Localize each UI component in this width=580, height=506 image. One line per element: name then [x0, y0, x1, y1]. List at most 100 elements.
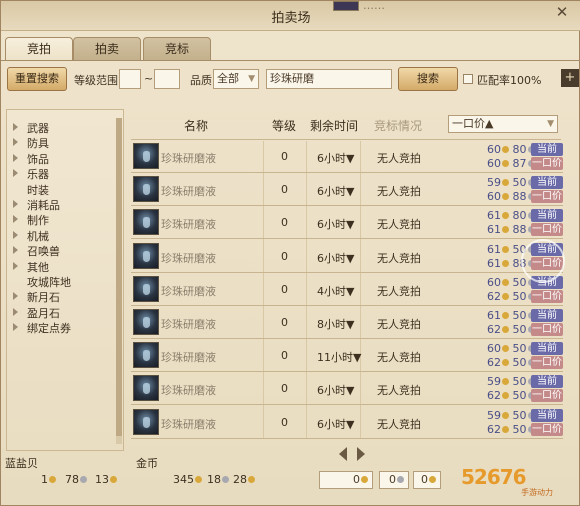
table-row[interactable]: 珍珠研磨液 0 6小时▼ 无人竞拍 59 50 62 50 当前 一口价 — [131, 373, 563, 405]
tab-tender[interactable]: 竞标 — [143, 37, 211, 60]
sidebar-category[interactable]: 召唤兽 — [27, 243, 60, 258]
buy-silver: 50 — [512, 423, 527, 436]
bid-silver: 50 — [512, 309, 527, 322]
quality-select[interactable]: 全部 ▼ — [213, 69, 259, 89]
expand-arrow-icon[interactable] — [13, 123, 18, 131]
row-divider — [131, 438, 563, 439]
next-page-icon[interactable] — [357, 447, 365, 461]
item-icon[interactable] — [133, 342, 159, 368]
price-copper-input[interactable]: 0 — [413, 471, 441, 489]
sidebar-category[interactable]: 武器 — [27, 120, 49, 135]
expand-icon[interactable]: + — [561, 69, 579, 87]
auction-table: 名称 等级 剩余时间 竞标情况 一口价▲ ▼ 珍珠研磨液 0 6小时▼ 无人竞拍 60 … — [126, 109, 564, 439]
item-icon[interactable] — [133, 375, 159, 401]
expand-arrow-icon[interactable] — [13, 246, 18, 254]
gold-gold: 345 — [173, 473, 202, 486]
table-row[interactable]: 珍珠研磨液 0 6小时▼ 无人竞拍 59 50 62 50 当前 一口价 — [131, 407, 563, 439]
buy-gold: 61 — [487, 223, 501, 236]
price-gold-input[interactable]: 0 — [319, 471, 373, 489]
buyout-button[interactable]: 一口价 — [531, 290, 563, 303]
shell-gold: 1 — [41, 473, 56, 486]
tab-bid[interactable]: 竞拍 — [5, 37, 73, 61]
sidebar-category[interactable]: 机械 — [27, 228, 49, 243]
col-header-level[interactable]: 等级 — [272, 117, 296, 134]
shell-copper-value: 13 — [95, 473, 109, 486]
expand-arrow-icon[interactable] — [13, 292, 18, 300]
table-row[interactable]: 珍珠研磨液 0 6小时▼ 无人竞拍 61 50 61 88 当前 一口价 — [131, 241, 563, 273]
match-checkbox[interactable] — [463, 74, 473, 84]
sidebar-category[interactable]: 防具 — [27, 135, 49, 150]
item-icon[interactable] — [133, 309, 159, 335]
expand-arrow-icon[interactable] — [13, 215, 18, 223]
item-icon[interactable] — [133, 209, 159, 235]
sidebar-category[interactable]: 制作 — [27, 212, 49, 227]
buyout-price: 62 50 — [487, 423, 535, 436]
search-input[interactable]: 珍珠研磨 — [266, 69, 392, 89]
buyout-button[interactable]: 一口价 — [531, 356, 563, 369]
sidebar-category[interactable]: 绑定点券 — [27, 320, 71, 335]
item-icon[interactable] — [133, 143, 159, 169]
table-row[interactable]: 珍珠研磨液 0 6小时▼ 无人竞拍 59 50 60 88 当前 一口价 — [131, 174, 563, 206]
bid-button[interactable]: 当前 — [531, 309, 563, 322]
tab-auction[interactable]: 拍卖 — [73, 37, 141, 60]
expand-arrow-icon[interactable] — [13, 323, 18, 331]
table-row[interactable]: 珍珠研磨液 0 11小时▼ 无人竞拍 60 50 62 50 当前 一口价 — [131, 340, 563, 372]
level-max-input[interactable] — [154, 69, 180, 89]
table-row[interactable]: 珍珠研磨液 0 6小时▼ 无人竞拍 61 80 61 88 当前 一口价 — [131, 207, 563, 239]
item-icon[interactable] — [133, 409, 159, 435]
price-silver-value: 0 — [389, 473, 396, 486]
buyout-button[interactable]: 一口价 — [531, 190, 563, 203]
col-header-name[interactable]: 名称 — [184, 117, 208, 134]
copper-coin-icon — [110, 476, 117, 483]
price-silver-input[interactable]: 0 — [379, 471, 409, 489]
bid-price: 59 50 — [487, 375, 535, 388]
close-icon[interactable]: ✕ — [553, 3, 571, 21]
buyout-button[interactable]: 一口价 — [531, 423, 563, 436]
table-row[interactable]: 珍珠研磨液 0 8小时▼ 无人竞拍 61 50 62 50 当前 一口价 — [131, 307, 563, 339]
search-button[interactable]: 搜索 — [398, 67, 458, 91]
buyout-button[interactable]: 一口价 — [531, 323, 563, 336]
level-min-input[interactable] — [119, 69, 141, 89]
col-header-time[interactable]: 剩余时间 — [310, 117, 358, 134]
bid-gold: 59 — [487, 409, 501, 422]
buyout-button[interactable]: 一口价 — [531, 157, 563, 170]
bid-button[interactable]: 当前 — [531, 143, 563, 156]
prev-page-icon[interactable] — [339, 447, 347, 461]
buyout-button[interactable]: 一口价 — [531, 389, 563, 402]
expand-arrow-icon[interactable] — [13, 231, 18, 239]
gold-copper-value: 28 — [233, 473, 247, 486]
sidebar-category[interactable]: 盈月石 — [27, 305, 60, 320]
sidebar-scroll-thumb[interactable] — [116, 118, 122, 436]
table-row[interactable]: 珍珠研磨液 0 6小时▼ 无人竞拍 60 80 60 87 当前 一口价 — [131, 141, 563, 173]
table-row[interactable]: 珍珠研磨液 0 4小时▼ 无人竞拍 60 50 62 50 当前 一口价 — [131, 274, 563, 306]
expand-arrow-icon[interactable] — [13, 169, 18, 177]
sidebar-category[interactable]: 其他 — [27, 259, 49, 274]
buyout-button[interactable]: 一口价 — [531, 223, 563, 236]
expand-arrow-icon[interactable] — [13, 138, 18, 146]
bid-button[interactable]: 当前 — [531, 342, 563, 355]
bid-button[interactable]: 当前 — [531, 209, 563, 222]
sidebar-scrollbar[interactable] — [116, 118, 122, 444]
item-icon[interactable] — [133, 243, 159, 269]
sidebar-category[interactable]: 攻城阵地 — [27, 274, 71, 289]
sidebar-category[interactable]: 时装 — [27, 182, 49, 197]
item-icon[interactable] — [133, 176, 159, 202]
expand-arrow-icon[interactable] — [13, 308, 18, 316]
buy-gold: 60 — [487, 157, 501, 170]
item-icon[interactable] — [133, 276, 159, 302]
sort-select[interactable]: 一口价▲ ▼ — [448, 115, 558, 133]
table-scrollbar[interactable] — [566, 109, 576, 439]
expand-arrow-icon[interactable] — [13, 200, 18, 208]
bid-button[interactable]: 当前 — [531, 176, 563, 189]
sidebar-category[interactable]: 消耗品 — [27, 197, 60, 212]
copper-coin-icon — [248, 476, 255, 483]
bid-button[interactable]: 当前 — [531, 375, 563, 388]
expand-arrow-icon[interactable] — [13, 154, 18, 162]
sidebar-category[interactable]: 乐器 — [27, 166, 49, 181]
sidebar-category[interactable]: 饰品 — [27, 151, 49, 166]
reset-search-button[interactable]: 重置搜索 — [7, 67, 67, 91]
item-name: 珍珠研磨液 — [161, 285, 216, 298]
sidebar-category[interactable]: 新月石 — [27, 289, 60, 304]
expand-arrow-icon[interactable] — [13, 262, 18, 270]
bid-button[interactable]: 当前 — [531, 409, 563, 422]
